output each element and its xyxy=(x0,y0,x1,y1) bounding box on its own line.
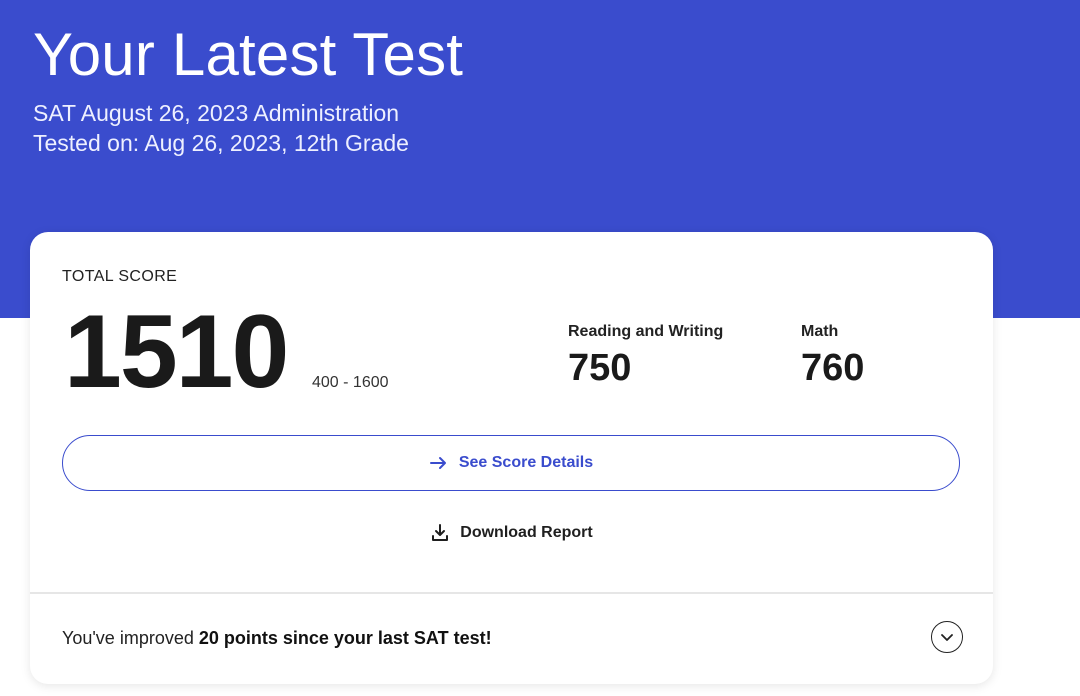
tested-on: Tested on: Aug 26, 2023, 12th Grade xyxy=(33,130,409,156)
test-administration: SAT August 26, 2023 Administration xyxy=(33,100,400,126)
reading-writing-score: 750 xyxy=(568,347,632,389)
math-score: 760 xyxy=(801,347,865,389)
expand-improvement-button[interactable] xyxy=(931,621,963,653)
total-score-range: 400 - 1600 xyxy=(312,374,389,391)
see-score-details-button[interactable]: See Score Details xyxy=(62,435,960,491)
chevron-down-icon xyxy=(939,629,955,645)
improvement-message: You've improved 20 points since your las… xyxy=(62,628,492,649)
divider xyxy=(30,592,993,594)
improvement-prefix: You've improved xyxy=(62,628,199,648)
score-card: TOTAL SCORE 1510 400 - 1600 Reading and … xyxy=(30,232,993,684)
total-score-value: 1510 xyxy=(64,294,289,410)
see-score-details-label: See Score Details xyxy=(458,454,594,471)
download-report-label: Download Report xyxy=(460,524,593,541)
math-label: Math xyxy=(801,323,839,340)
arrow-right-icon xyxy=(429,453,449,473)
download-icon xyxy=(430,523,450,543)
page-title: Your Latest Test xyxy=(33,21,464,88)
total-score-label: TOTAL SCORE xyxy=(62,268,178,285)
improvement-highlight: 20 points since your last SAT test! xyxy=(198,628,492,648)
reading-writing-label: Reading and Writing xyxy=(568,323,724,340)
download-report-link[interactable]: Download Report xyxy=(30,521,993,545)
